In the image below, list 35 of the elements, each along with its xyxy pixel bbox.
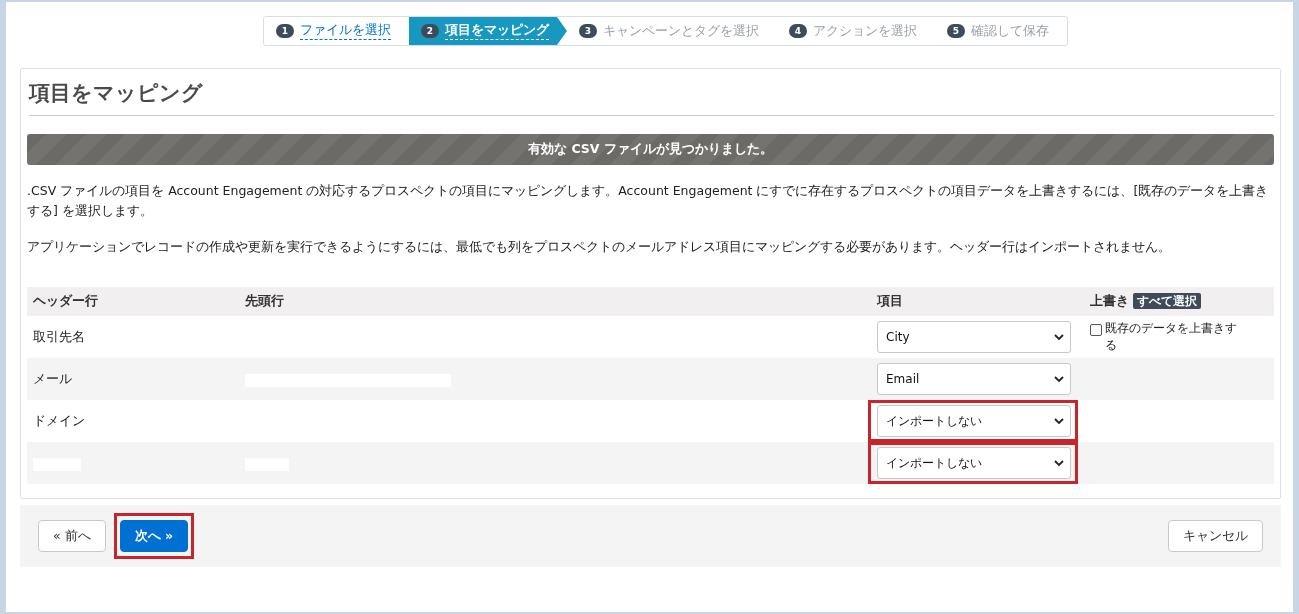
column-header: 項目 [871, 287, 1084, 316]
checkbox[interactable] [1090, 324, 1102, 337]
instruction-text: アプリケーションでレコードの作成や更新を実行できるようにするには、最低でも列をプロスペクトのメールアドレス項目にマッピングする必要があります。ヘッダー行はインポートされません。 [27, 238, 1172, 256]
column-header: ヘッダー行 [27, 287, 239, 316]
wizard-step[interactable]: 5 確認して保存 [935, 17, 1067, 45]
wizard-step[interactable]: 4 アクションを選択 [777, 17, 935, 45]
table-cell: 取引先名 [27, 316, 239, 358]
field-select[interactable]: インポートしない [877, 405, 1071, 437]
field-select[interactable]: インポートしない [877, 447, 1071, 479]
step-number: 4 [789, 24, 807, 38]
table-cell: ドメイン [27, 400, 239, 442]
wizard-step[interactable]: 3 キャンペーンとタグを選択 [567, 17, 777, 45]
cancel-button[interactable]: キャンセル [1168, 520, 1263, 552]
chevron-down-icon [1054, 417, 1064, 425]
chevron-down-icon [1054, 333, 1064, 341]
wizard-step[interactable]: 1 ファイルを選択 [264, 17, 409, 45]
page-title: 項目をマッピング [29, 75, 1274, 116]
next-button[interactable]: 次へ » [119, 520, 189, 552]
step-number: 5 [947, 24, 965, 38]
checkbox-label: 既存のデータを上書きする [1105, 320, 1238, 354]
instruction-text: .CSV ファイルの項目を Account Engagement の対応するプロスペクトの項目にマッピングします。Account Engagement にすでに存在するプロスペクトの項目データを上書きするには、[既存のデータを上書きする] を選択します。 [27, 182, 1270, 220]
chevron-down-icon [1054, 375, 1064, 383]
status-banner: 有効な CSV ファイルが見つかりました。 [27, 134, 1274, 165]
chevron-down-icon [1054, 459, 1064, 467]
wizard-step[interactable]: 2 項目をマッピング [409, 17, 567, 45]
column-header: 先頭行 [239, 287, 871, 316]
step-number: 3 [579, 24, 597, 38]
select-all-link[interactable]: すべて選択 [1133, 293, 1201, 309]
field-select[interactable]: Email [877, 363, 1071, 395]
back-button[interactable]: « 前へ [38, 520, 106, 552]
step-number: 2 [421, 24, 439, 38]
field-select[interactable]: City [877, 321, 1071, 353]
step-number: 1 [276, 24, 294, 38]
table-cell: メール [27, 358, 239, 400]
column-label: 上書き [1090, 293, 1129, 308]
